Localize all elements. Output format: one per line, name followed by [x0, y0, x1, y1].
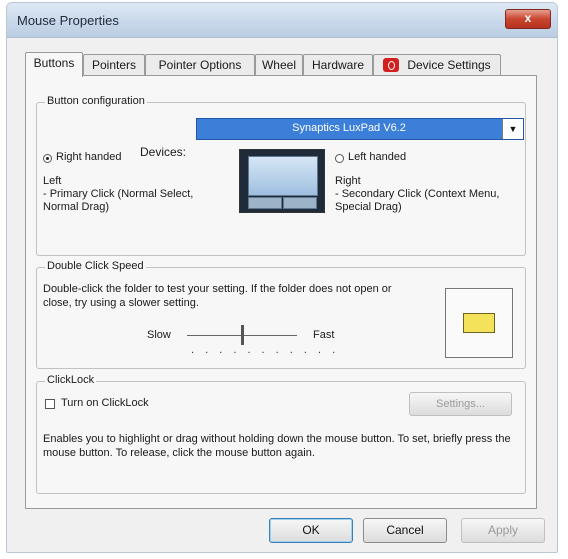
close-button[interactable]: x: [505, 9, 551, 29]
tab-label: Pointer Options: [158, 58, 242, 72]
slider-fast-label: Fast: [313, 329, 335, 341]
clicklock-group: ClickLock Turn on ClickLock Settings... …: [36, 374, 526, 494]
chevron-down-icon[interactable]: ▼: [502, 119, 523, 139]
touchpad-image: [239, 149, 325, 213]
group-label: Double Click Speed: [45, 260, 146, 272]
slider-ticks: . . . . . . . . . . .: [191, 344, 340, 356]
touchpad-left-button: [248, 197, 282, 209]
tab-hardware[interactable]: Hardware: [303, 54, 373, 75]
clicklock-settings-button[interactable]: Settings...: [409, 392, 512, 416]
folder-icon[interactable]: [463, 313, 495, 333]
button-label: Settings...: [436, 398, 485, 410]
tab-pointer-options[interactable]: Pointer Options: [145, 54, 255, 75]
right-button-heading: Right: [335, 175, 361, 187]
left-button-description: - Primary Click (Normal Select, Normal D…: [43, 188, 194, 213]
tab-label: Buttons: [33, 56, 75, 70]
window-title: Mouse Properties: [17, 13, 119, 28]
tab-label: Wheel: [261, 58, 296, 72]
touchpad-right-button: [283, 197, 317, 209]
cancel-button[interactable]: Cancel: [363, 518, 447, 543]
apply-button[interactable]: Apply: [461, 518, 545, 543]
tab-label: Hardware: [311, 58, 365, 72]
slider-thumb[interactable]: [241, 325, 244, 345]
left-handed-radio[interactable]: [335, 154, 344, 163]
tab-buttons[interactable]: Buttons: [25, 52, 83, 77]
left-button-heading: Left: [43, 175, 62, 187]
tab-wheel[interactable]: Wheel: [255, 54, 303, 75]
right-button-description: - Secondary Click (Context Menu, Special…: [335, 188, 500, 213]
button-label: Apply: [487, 523, 519, 537]
touchpad-surface: [248, 156, 318, 196]
clicklock-checkbox[interactable]: [45, 399, 55, 409]
tab-label: Device Settings: [407, 58, 491, 72]
clicklock-checkbox-label[interactable]: Turn on ClickLock: [61, 397, 149, 409]
buttons-tab-panel: Button configuration Devices: Synaptics …: [25, 75, 537, 509]
clicklock-description: Enables you to highlight or drag without…: [43, 433, 511, 459]
devices-dropdown[interactable]: Synaptics LuxPad V6.2 ▼: [196, 118, 524, 140]
button-label: OK: [302, 523, 320, 537]
double-click-description: Double-click the folder to test your set…: [43, 283, 392, 309]
right-handed-radio[interactable]: [43, 154, 52, 163]
devices-label: Devices:: [140, 145, 187, 159]
ok-button[interactable]: OK: [269, 518, 353, 543]
mouse-properties-dialog: Mouse Properties x Buttons Pointers Poin…: [6, 2, 558, 553]
tab-label: Pointers: [91, 58, 137, 72]
button-label: Cancel: [386, 523, 424, 537]
synaptics-device-icon: [383, 58, 400, 72]
button-configuration-group: Button configuration Devices: Synaptics …: [36, 95, 526, 256]
left-handed-label[interactable]: Left handed: [348, 151, 406, 163]
group-label: ClickLock: [45, 374, 97, 386]
close-icon: x: [524, 11, 532, 25]
right-handed-label[interactable]: Right handed: [56, 151, 121, 163]
group-label: Button configuration: [45, 95, 147, 107]
title-bar[interactable]: Mouse Properties x: [7, 3, 557, 38]
double-click-speed-group: Double Click Speed Double-click the fold…: [36, 260, 526, 369]
slider-slow-label: Slow: [147, 329, 171, 341]
tab-pointers[interactable]: Pointers: [83, 54, 145, 75]
devices-selected-value: Synaptics LuxPad V6.2: [292, 122, 406, 134]
tab-device-settings[interactable]: Device Settings: [373, 54, 501, 75]
test-folder-area[interactable]: [445, 288, 513, 358]
